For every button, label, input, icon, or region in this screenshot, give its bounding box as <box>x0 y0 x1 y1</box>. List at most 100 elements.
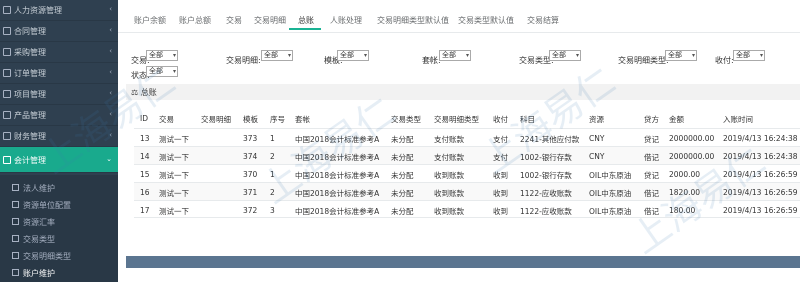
select-value: 全部 <box>149 51 163 59</box>
cell-posting-time: 2019/4/13 16:26:59 <box>723 170 798 179</box>
chevron-left-icon: ‹ <box>109 47 112 55</box>
table-row[interactable]: 15 测试一下 370 1 中国2018会计标准参考A 未分配 收到账款 收到 … <box>134 164 800 182</box>
submenu-item-account[interactable]: 账户维护 <box>0 264 118 281</box>
submenu-item-transaction-type[interactable]: 交易类型 <box>0 230 118 247</box>
column-header-id[interactable]: ID <box>140 114 148 123</box>
tab-posting[interactable]: 人账处理 <box>330 15 362 26</box>
cell-sequence: 1 <box>270 134 275 143</box>
tab-account-balance[interactable]: 账户余额 <box>134 15 166 26</box>
column-header-sequence[interactable]: 序号 <box>270 114 285 125</box>
column-header-resource[interactable]: 资源 <box>589 114 604 125</box>
filter-select-transaction[interactable]: 全部 ▾ <box>146 50 178 61</box>
filter-select-ledger-set[interactable]: 全部 ▾ <box>439 50 471 61</box>
tab-detail-type-default[interactable]: 交易明细类型默认值 <box>377 15 449 26</box>
column-header-posting-time[interactable]: 入账时间 <box>723 114 753 125</box>
chevron-left-icon: ‹ <box>109 68 112 76</box>
cell-amount: 2000000.00 <box>669 134 715 143</box>
select-value: 全部 <box>736 51 750 59</box>
cell-ledger-set: 中国2018会计标准参考A <box>295 207 380 216</box>
column-header-direction[interactable]: 收付 <box>493 114 508 125</box>
tab-ledger[interactable]: 总账 <box>298 15 314 26</box>
chevron-left-icon: ‹ <box>109 26 112 34</box>
column-header-transaction-detail[interactable]: 交易明细 <box>201 114 231 125</box>
chevron-down-icon: ▾ <box>363 52 367 59</box>
column-header-detail-type[interactable]: 交易明细类型 <box>434 114 479 125</box>
section-title: ⚖ 总账 <box>131 87 157 98</box>
column-header-account[interactable]: 科目 <box>520 114 535 125</box>
cell-template: 373 <box>243 134 258 143</box>
column-header-amount[interactable]: 金额 <box>669 114 684 125</box>
tab-transaction[interactable]: 交易 <box>226 15 242 26</box>
order-icon <box>3 69 11 77</box>
column-header-transaction-type[interactable]: 交易类型 <box>391 114 421 125</box>
filter-select-status[interactable]: 全部 ▾ <box>146 66 178 77</box>
sidebar: 人力资源管理 ‹ 合同管理 ‹ 采购管理 ‹ 订单管理 ‹ 项目管理 ‹ 产品管… <box>0 0 118 282</box>
submenu-label: 交易明细类型 <box>23 252 71 261</box>
select-value: 全部 <box>442 51 456 59</box>
table-row[interactable]: 16 测试一下 371 2 中国2018会计标准参考A 未分配 收到账款 收到 … <box>134 182 800 200</box>
column-header-credit[interactable]: 贷方 <box>644 114 659 125</box>
column-header-transaction[interactable]: 交易 <box>159 114 174 125</box>
sidebar-item-product[interactable]: 产品管理 ‹ <box>0 105 118 126</box>
submenu-label: 账户维护 <box>23 269 55 278</box>
select-value: 全部 <box>264 51 278 59</box>
tab-type-default[interactable]: 交易类型默认值 <box>458 15 514 26</box>
filter-select-transaction-detail[interactable]: 全部 ▾ <box>261 50 293 61</box>
cell-detail-type: 支付账款 <box>434 135 464 144</box>
sidebar-item-purchase[interactable]: 采购管理 ‹ <box>0 42 118 63</box>
cell-id: 15 <box>140 170 150 179</box>
section-title-text: 总账 <box>140 88 157 97</box>
sidebar-item-project[interactable]: 项目管理 ‹ <box>0 84 118 105</box>
cell-account: 1002-银行存款 <box>520 171 572 180</box>
cell-posting-time: 2019/4/13 16:26:59 <box>723 206 798 215</box>
list-icon <box>12 201 19 208</box>
cell-amount: 2000000.00 <box>669 152 715 161</box>
cell-transaction-type: 未分配 <box>391 135 414 144</box>
filter-select-detail-type[interactable]: 全部 ▾ <box>665 50 697 61</box>
filter-select-transaction-type[interactable]: 全部 ▾ <box>549 50 581 61</box>
chevron-down-icon: ▾ <box>691 52 695 59</box>
cell-ledger-set: 中国2018会计标准参考A <box>295 189 380 198</box>
sidebar-item-order[interactable]: 订单管理 ‹ <box>0 63 118 84</box>
cell-detail-type: 收到账款 <box>434 207 464 216</box>
sidebar-item-label: 订单管理 <box>14 69 46 78</box>
sidebar-item-hr[interactable]: 人力资源管理 ‹ <box>0 0 118 21</box>
tab-account-total[interactable]: 账户总额 <box>179 15 211 26</box>
column-header-template[interactable]: 模板 <box>243 114 258 125</box>
chevron-down-icon: ▾ <box>172 52 176 59</box>
submenu-item-detail-type[interactable]: 交易明细类型 <box>0 247 118 264</box>
cell-amount: 1820.00 <box>669 188 701 197</box>
sidebar-item-finance[interactable]: 财务管理 ‹ <box>0 126 118 147</box>
cell-credit: 贷记 <box>644 135 659 144</box>
submenu-item-exchange-rate[interactable]: 资源汇率 <box>0 213 118 230</box>
cell-direction: 收到 <box>493 171 508 180</box>
cell-transaction: 测试一下 <box>159 135 189 144</box>
project-icon <box>3 90 11 98</box>
cell-amount: 180.00 <box>669 206 696 215</box>
select-value: 全部 <box>668 51 682 59</box>
sidebar-item-contract[interactable]: 合同管理 ‹ <box>0 21 118 42</box>
submenu-item-resource-unit[interactable]: 资源单位配置 <box>0 196 118 213</box>
filter-select-direction[interactable]: 全部 ▾ <box>733 50 765 61</box>
cell-transaction: 测试一下 <box>159 153 189 162</box>
tab-settlement[interactable]: 交易结算 <box>527 15 559 26</box>
cell-transaction-type: 未分配 <box>391 207 414 216</box>
table-row[interactable]: 17 测试一下 372 3 中国2018会计标准参考A 未分配 收到账款 收到 … <box>134 200 800 218</box>
active-tab-underline <box>289 28 321 30</box>
sidebar-item-label: 合同管理 <box>14 27 46 36</box>
submenu-item-legal-entity[interactable]: 法人维护 <box>0 179 118 196</box>
file-icon <box>3 27 11 35</box>
table-row[interactable]: 14 测试一下 374 2 中国2018会计标准参考A 未分配 支付账款 支付 … <box>134 146 800 164</box>
cell-template: 371 <box>243 188 258 197</box>
chevron-down-icon: ▾ <box>287 52 291 59</box>
cell-resource: CNY <box>589 152 605 161</box>
column-header-ledger-set[interactable]: 套帐 <box>295 114 310 125</box>
table-row[interactable]: 13 测试一下 373 1 中国2018会计标准参考A 未分配 支付账款 支付 … <box>134 128 800 146</box>
filter-select-template[interactable]: 全部 ▾ <box>337 50 369 61</box>
cell-account: 1122-应收账款 <box>520 189 572 198</box>
tab-transaction-detail[interactable]: 交易明细 <box>254 15 286 26</box>
sidebar-item-accounting[interactable]: 会计管理 ⌄ <box>0 147 118 173</box>
cell-transaction: 测试一下 <box>159 207 189 216</box>
chevron-down-icon: ▾ <box>759 52 763 59</box>
chevron-left-icon: ‹ <box>109 131 112 139</box>
